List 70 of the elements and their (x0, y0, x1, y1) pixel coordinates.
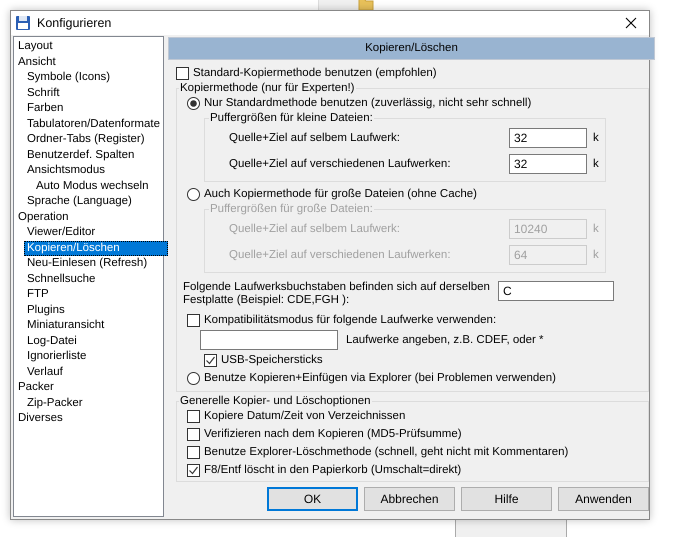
checkbox-label: Kopiere Datum/Zeit von Verzeichnissen (204, 410, 406, 422)
checkbox[interactable] (187, 410, 200, 422)
tree-item[interactable]: Diverses (15, 411, 64, 426)
tree-item[interactable]: Farben (24, 101, 64, 116)
tree-item[interactable]: Verlauf (24, 364, 64, 380)
tree-item[interactable]: Zip-Packer (24, 396, 84, 411)
checkbox-label: F8/Entf löscht in den Papierkorb (Umschalt=direkt) (204, 464, 462, 476)
checkbox-label: Standard-Kopiermethode benutzen (empfohlen) (193, 67, 437, 79)
tree-item[interactable]: Ansicht (15, 54, 57, 70)
group-title: Puffergrößen für große Dateien: (209, 203, 374, 215)
tree-item[interactable]: Sprache (Language) (24, 194, 133, 210)
field-label: Quelle+Ziel auf selbem Laufwerk: (229, 223, 401, 235)
tree-item[interactable]: Kopieren/Löschen (24, 240, 168, 256)
tree-item[interactable]: Ordner-Tabs (Register) (24, 132, 146, 148)
tree-item[interactable]: Symbole (Icons) (24, 70, 112, 86)
radio-button[interactable] (187, 96, 200, 110)
tree-item[interactable]: Ignorierliste (24, 349, 88, 364)
checkbox-label: Verifizieren nach dem Kopieren (MD5-Prüfsumme) (204, 428, 462, 440)
panel-header: Kopieren/Löschen (168, 37, 655, 60)
tree-item[interactable]: Tabulatoren/Datenformate (24, 116, 161, 132)
tree-item[interactable]: Schrift (24, 86, 61, 101)
checkbox-label: Kompatibilitätsmodus für folgende Laufwerke verwenden: (204, 314, 496, 326)
checkbox[interactable] (176, 66, 189, 80)
field-label: Quelle+Ziel auf verschiedenen Laufwerken: (229, 158, 452, 170)
field-label: Quelle+Ziel auf verschiedenen Laufwerken: (229, 249, 452, 261)
dialog-button[interactable]: OK (267, 487, 358, 511)
dialog-button[interactable]: Abbrechen (364, 487, 455, 511)
checkbox[interactable] (187, 446, 200, 458)
tree-item[interactable]: Benutzerdef. Spalten (24, 148, 136, 163)
tree-item[interactable]: Packer (15, 380, 55, 396)
input-field[interactable] (200, 330, 338, 350)
hint-text: Laufwerke angeben, z.B. CDEF, oder * (346, 334, 544, 346)
tree-item[interactable]: Plugins (24, 302, 66, 318)
checkbox[interactable] (187, 314, 200, 326)
tree-item[interactable]: Viewer/Editor (24, 225, 96, 240)
checkbox-label: USB-Speichersticks (221, 354, 323, 366)
group-title: Kopiermethode (nur für Experten!) (179, 82, 356, 94)
close-icon (625, 17, 637, 29)
radio-button[interactable] (187, 188, 200, 200)
tree-item[interactable]: Log-Datei (24, 334, 78, 349)
unit-label: k (593, 223, 599, 235)
input-field[interactable]: C (498, 281, 614, 301)
input-field[interactable]: 32 (509, 128, 587, 148)
unit-label: k (593, 158, 599, 170)
input-field[interactable]: 32 (509, 154, 587, 174)
radio-label: Nur Standardmethode benutzen (zuverlässig, nicht sehr schnell) (204, 97, 532, 109)
field-label: Quelle+Ziel auf selbem Laufwerk: (229, 132, 401, 144)
tree-item[interactable]: Neu-Einlesen (Refresh) (24, 256, 148, 272)
tree-item[interactable]: FTP (24, 287, 50, 302)
checkbox-label: Benutze Explorer-Löschmethode (schnell, geht nicht mit Kommentaren) (204, 446, 568, 458)
field-label: Folgende Laufwerksbuchstaben befinden sich auf derselben Festplatte (Beispiel: CDE,FGH ): (183, 281, 491, 307)
tree-item[interactable]: Ansichtsmodus (24, 163, 106, 178)
tree-item[interactable]: Layout (15, 39, 54, 54)
checkbox[interactable] (187, 428, 200, 440)
tree-item[interactable]: Miniaturansicht (24, 318, 106, 334)
tree-item[interactable]: Schnellsuche (24, 272, 96, 287)
radio-label: Auch Kopiermethode für große Dateien (ohne Cache) (204, 188, 477, 200)
radio-button[interactable] (187, 372, 200, 384)
tree-item[interactable]: Operation (15, 210, 70, 225)
group-title: Generelle Kopier- und Löschoptionen (179, 395, 372, 407)
dialog-button[interactable]: Hilfe (461, 487, 552, 511)
tree-item[interactable]: Auto Modus wechseln (33, 178, 150, 194)
radio-label: Benutze Kopieren+Einfügen via Explorer (bei Problemen verwenden) (204, 372, 556, 384)
unit-label: k (593, 249, 599, 261)
dialog-button[interactable]: Anwenden (558, 487, 649, 511)
window-title: Konfigurieren (37, 16, 112, 30)
checkbox[interactable] (204, 354, 217, 366)
unit-label: k (593, 132, 599, 144)
group-title: Puffergrößen für kleine Dateien: (209, 112, 374, 124)
checkbox[interactable] (187, 464, 200, 476)
